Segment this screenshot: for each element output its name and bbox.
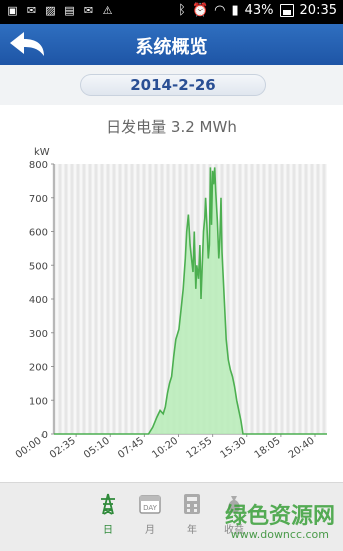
x-tick-label: 10:20 (150, 435, 180, 461)
x-tick-label: 07:45 (116, 435, 146, 461)
y-tick-label: 400 (29, 295, 48, 306)
mail-icon: ✉ (83, 4, 94, 17)
tab-day-label: 日 (103, 525, 113, 536)
x-tick-label: 00:00 (14, 435, 44, 461)
page-title: 系统概览 (135, 37, 208, 58)
y-tick-label: 800 (29, 160, 48, 171)
y-tick-label: 0 (42, 430, 48, 441)
clock: 20:35 (299, 3, 337, 18)
battery-percent: 43% (244, 3, 274, 18)
watermark-url: www.downcc.com (230, 528, 329, 541)
bluetooth-icon: ᛒ (178, 3, 186, 18)
tab-day[interactable]: 日 (88, 493, 128, 536)
calculator-icon (184, 494, 200, 514)
svg-text:DAY: DAY (143, 504, 158, 512)
tab-year-label: 年 (187, 525, 197, 536)
x-tick-label: 15:30 (219, 435, 249, 461)
wifi-icon: ◠ (214, 3, 226, 18)
power-tower-icon (101, 493, 115, 515)
x-tick-label: 18:05 (253, 435, 283, 461)
tab-month-label: 月 (145, 525, 155, 536)
tab-month[interactable]: DAY 月 (130, 493, 170, 536)
alarm-icon: ⏰ (191, 3, 209, 18)
y-tick-label: 600 (29, 228, 48, 239)
warning-icon: ⚠ (102, 4, 113, 17)
x-tick-label: 20:40 (287, 435, 317, 461)
status-bar: ▣ ✉ ▨ ▤ ✉ ⚠ ᛒ ⏰ ◠ ▮ 43% 20:35 (0, 0, 343, 24)
y-tick-label: 700 (29, 194, 48, 205)
mail-icon: ✉ (26, 4, 37, 17)
x-tick-label: 12:55 (184, 435, 214, 461)
chart-title: 日发电量 3.2 MWh (106, 118, 237, 136)
watermark-text: 绿色资源网 (224, 504, 335, 529)
image-icon: ▨ (45, 4, 56, 17)
y-tick-label: 500 (29, 261, 48, 272)
title-bar: 系统概览 (0, 24, 343, 65)
calendar-icon: DAY (139, 495, 161, 514)
gallery-icon: ▤ (64, 4, 75, 17)
notification-icon: ▣ (7, 4, 18, 17)
y-tick-label: 300 (29, 329, 48, 340)
y-tick-label: 200 (29, 363, 48, 374)
x-tick-label: 02:35 (48, 435, 78, 461)
y-tick-label: 100 (29, 396, 48, 407)
date-bar: 2014-2-26 (0, 65, 343, 105)
battery-icon (279, 4, 294, 17)
x-tick-label: 05:10 (82, 435, 112, 461)
y-axis-label: kW (34, 147, 50, 158)
signal-icon: ▮ (231, 3, 239, 18)
tab-year[interactable]: 年 (172, 493, 212, 536)
date-selector[interactable]: 2014-2-26 (80, 74, 266, 96)
power-chart: 0 100 200 300 400 500 600 700 800 kW 00:00 02:35 05:… (14, 147, 327, 461)
